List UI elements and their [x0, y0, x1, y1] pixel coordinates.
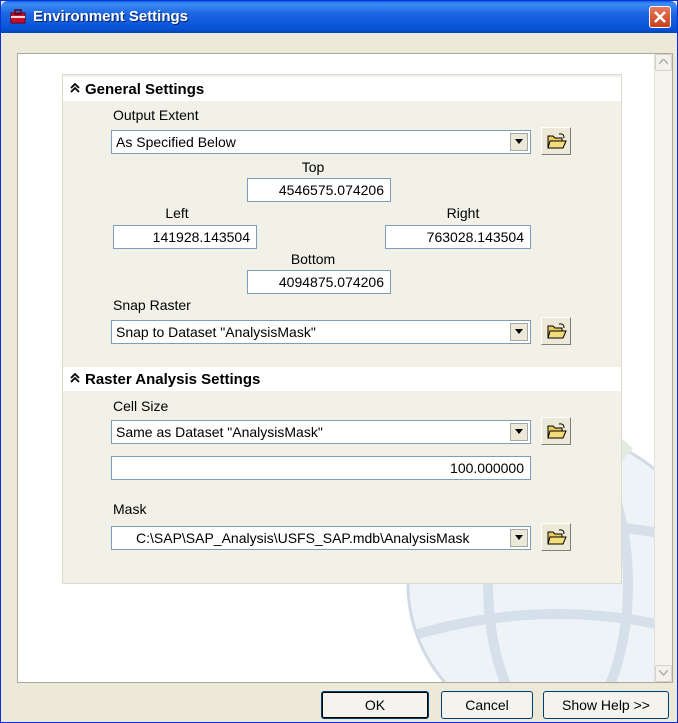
chevron-down-icon: [515, 535, 523, 540]
general-settings-title: General Settings: [85, 81, 205, 98]
toolbox-icon: [10, 9, 26, 24]
window-title: Environment Settings: [33, 8, 189, 25]
mask-value: C:\SAP\SAP_Analysis\USFS_SAP.mdb\Analysi…: [136, 530, 470, 546]
top-label: Top: [301, 159, 325, 175]
cell-size-select[interactable]: Same as Dataset "AnalysisMask": [111, 420, 531, 444]
right-field[interactable]: 763028.143504: [385, 225, 531, 249]
chevron-down-icon: [659, 670, 668, 676]
open-folder-icon: [547, 323, 567, 339]
dropdown-arrow[interactable]: [510, 323, 528, 341]
collapse-icon: [70, 372, 80, 383]
open-folder-icon: [547, 529, 567, 545]
raster-analysis-settings-title: Raster Analysis Settings: [85, 371, 261, 388]
mask-select[interactable]: C:\SAP\SAP_Analysis\USFS_SAP.mdb\Analysi…: [111, 526, 531, 550]
general-settings-header[interactable]: General Settings: [63, 77, 621, 101]
raster-analysis-settings-header[interactable]: Raster Analysis Settings: [63, 367, 621, 391]
output-extent-browse-button[interactable]: [541, 127, 571, 155]
output-extent-select[interactable]: As Specified Below: [111, 130, 531, 154]
vertical-scrollbar[interactable]: [654, 54, 672, 682]
chevron-up-icon: [659, 59, 668, 65]
environment-settings-window: Environment Settings General Settings Ou…: [0, 0, 678, 723]
output-extent-value: As Specified Below: [116, 134, 236, 150]
open-folder-icon: [547, 423, 567, 439]
left-field[interactable]: 141928.143504: [113, 225, 257, 249]
cell-size-value: Same as Dataset "AnalysisMask": [116, 424, 323, 440]
snap-raster-value: Snap to Dataset "AnalysisMask": [116, 324, 316, 340]
settings-panel: General Settings Output Extent As Specif…: [62, 74, 622, 584]
close-icon: [654, 11, 666, 23]
ok-button[interactable]: OK: [321, 691, 429, 719]
mask-label: Mask: [113, 501, 147, 517]
dropdown-arrow[interactable]: [510, 423, 528, 441]
chevron-down-icon: [515, 429, 523, 434]
cell-size-label: Cell Size: [113, 398, 169, 414]
dialog-client: General Settings Output Extent As Specif…: [5, 33, 673, 719]
top-field[interactable]: 4546575.074206: [247, 178, 391, 202]
settings-scroll-area: General Settings Output Extent As Specif…: [17, 53, 673, 683]
mask-browse-button[interactable]: [541, 523, 571, 551]
title-bar[interactable]: Environment Settings: [1, 1, 677, 33]
dropdown-arrow[interactable]: [510, 133, 528, 151]
scroll-down-button[interactable]: [655, 665, 672, 682]
dropdown-arrow[interactable]: [510, 529, 528, 547]
cell-size-field[interactable]: 100.000000: [111, 456, 531, 480]
bottom-label: Bottom: [290, 251, 336, 267]
chevron-down-icon: [515, 139, 523, 144]
show-help-button[interactable]: Show Help >>: [543, 691, 669, 719]
right-label: Right: [446, 205, 480, 221]
open-folder-icon: [547, 133, 567, 149]
bottom-field[interactable]: 4094875.074206: [247, 270, 391, 294]
close-button[interactable]: [649, 6, 671, 28]
left-label: Left: [165, 205, 189, 221]
scroll-up-button[interactable]: [655, 54, 672, 71]
cancel-button[interactable]: Cancel: [441, 691, 533, 719]
snap-raster-label: Snap Raster: [113, 297, 191, 313]
snap-raster-browse-button[interactable]: [541, 317, 571, 345]
chevron-down-icon: [515, 329, 523, 334]
collapse-icon: [70, 82, 80, 93]
cell-size-browse-button[interactable]: [541, 417, 571, 445]
output-extent-label: Output Extent: [113, 107, 199, 123]
snap-raster-select[interactable]: Snap to Dataset "AnalysisMask": [111, 320, 531, 344]
